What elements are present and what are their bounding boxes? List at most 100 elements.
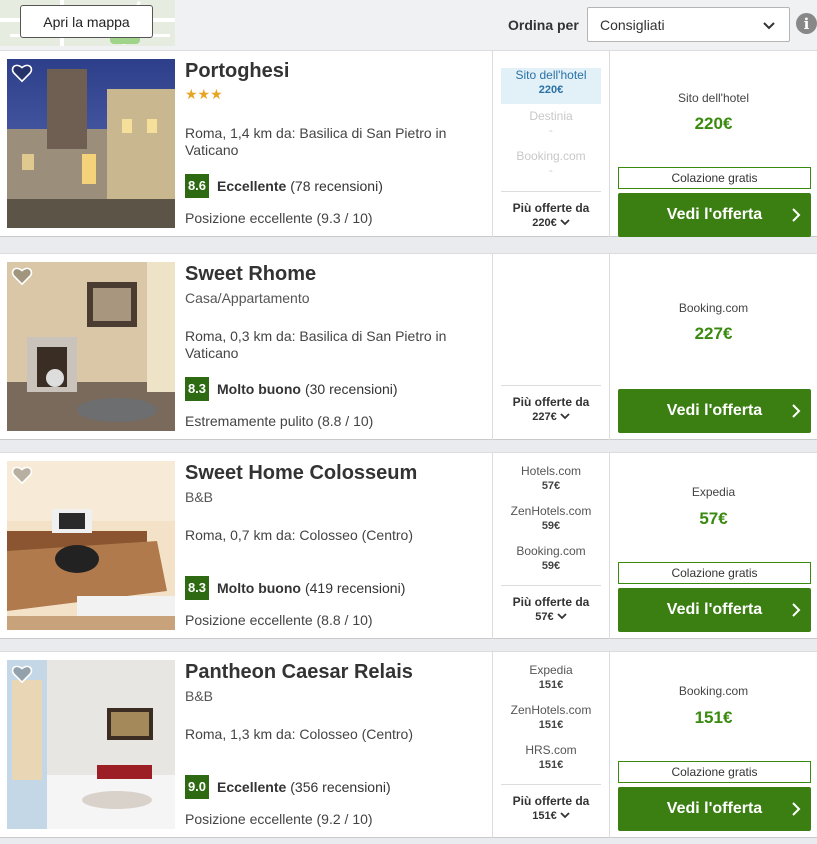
best-price[interactable]: 227€ bbox=[610, 324, 817, 344]
hotel-photo[interactable] bbox=[7, 461, 175, 630]
offer-provider: HRS.com bbox=[525, 743, 577, 757]
more-offers-label: Più offerte da bbox=[512, 395, 590, 409]
offer-price: 151€ bbox=[538, 679, 564, 691]
offer-provider: ZenHotels.com bbox=[510, 703, 592, 717]
chevron-right-icon bbox=[792, 208, 801, 222]
offer-item[interactable]: ZenHotels.com 59€ bbox=[501, 504, 601, 540]
info-icon[interactable]: i bbox=[796, 13, 817, 34]
score-badge: 8.3 bbox=[185, 576, 209, 600]
chevron-down-icon bbox=[560, 812, 570, 819]
chevron-right-icon bbox=[792, 603, 801, 617]
best-offer: Sito dell'hotel 220€ Colazione gratis Ve… bbox=[610, 51, 817, 237]
hotel-name[interactable]: Pantheon Caesar Relais bbox=[185, 661, 413, 684]
heart-icon[interactable] bbox=[11, 465, 33, 485]
cleanliness-score: Estremamente pulito (8.8 / 10) bbox=[185, 413, 374, 429]
more-offers-price: 227€ bbox=[532, 411, 557, 423]
top-bar: Apri la mappa Ordina per Consigliati i bbox=[0, 0, 817, 50]
offer-price: 151€ bbox=[538, 759, 564, 771]
heart-icon[interactable] bbox=[11, 63, 33, 83]
offer-provider: Booking.com bbox=[516, 544, 586, 558]
offer-item[interactable]: Destinia - bbox=[501, 109, 601, 145]
best-offer: Expedia 57€ Colazione gratis Vedi l'offe… bbox=[610, 453, 817, 639]
free-breakfast-badge: Colazione gratis bbox=[618, 562, 811, 584]
sort-label: Ordina per bbox=[508, 17, 579, 33]
hotel-name[interactable]: Portoghesi bbox=[185, 60, 289, 83]
more-offers-label: Più offerte da bbox=[512, 595, 590, 609]
offer-price: 220€ bbox=[538, 84, 564, 96]
position-score: Posizione eccellente (9.2 / 10) bbox=[185, 811, 373, 827]
free-breakfast-badge: Colazione gratis bbox=[618, 761, 811, 783]
view-deal-button[interactable]: Vedi l'offerta bbox=[618, 787, 811, 831]
more-offers-button[interactable]: Più offerte da 151€ bbox=[501, 784, 601, 824]
offers-list: Sito dell'hotel 220€ Destinia - Booking.… bbox=[493, 51, 609, 237]
chevron-down-icon bbox=[560, 219, 570, 226]
best-offer: Booking.com 227€ Vedi l'offerta bbox=[610, 254, 817, 440]
score-badge: 8.6 bbox=[185, 174, 209, 198]
position-score: Posizione eccellente (9.3 / 10) bbox=[185, 210, 373, 226]
hotel-photo[interactable] bbox=[7, 660, 175, 829]
view-deal-button[interactable]: Vedi l'offerta bbox=[618, 588, 811, 632]
more-offers-button[interactable]: Più offerte da 57€ bbox=[501, 585, 601, 625]
property-type: Casa/Appartamento bbox=[185, 290, 310, 306]
hotel-name[interactable]: Sweet Rhome bbox=[185, 263, 316, 286]
best-provider: Booking.com bbox=[678, 684, 749, 698]
rating-label: Molto buono bbox=[217, 381, 301, 397]
hotel-address: Roma, 0,3 km da: Basilica di San Pietro … bbox=[185, 328, 447, 361]
offer-item[interactable]: ZenHotels.com 151€ bbox=[501, 703, 601, 739]
score-badge: 8.3 bbox=[185, 377, 209, 401]
offer-item[interactable]: Booking.com 59€ bbox=[501, 544, 601, 580]
offer-provider: ZenHotels.com bbox=[510, 504, 592, 518]
offer-item[interactable]: Booking.com - bbox=[501, 149, 601, 185]
hotel-name[interactable]: Sweet Home Colosseum bbox=[185, 462, 417, 485]
view-deal-label: Vedi l'offerta bbox=[666, 402, 763, 419]
offers-list: Expedia 151€ ZenHotels.com 151€ HRS.com … bbox=[493, 652, 609, 838]
hotel-card: Sweet Rhome Casa/Appartamento Roma, 0,3 … bbox=[0, 253, 817, 440]
view-deal-button[interactable]: Vedi l'offerta bbox=[618, 389, 811, 433]
best-price[interactable]: 220€ bbox=[610, 114, 817, 134]
score-badge: 9.0 bbox=[185, 775, 209, 799]
more-offers-button[interactable]: Più offerte da 227€ bbox=[501, 385, 601, 425]
offer-price: 151€ bbox=[538, 719, 564, 731]
offer-price: 57€ bbox=[541, 480, 561, 492]
rating[interactable]: 8.3 Molto buono (419 recensioni) bbox=[185, 576, 405, 600]
star-rating: ★★★ bbox=[185, 86, 223, 102]
best-price[interactable]: 57€ bbox=[610, 509, 817, 529]
review-count: (30 recensioni) bbox=[304, 381, 398, 397]
rating[interactable]: 9.0 Eccellente (356 recensioni) bbox=[185, 775, 391, 799]
heart-icon[interactable] bbox=[11, 664, 33, 684]
offer-provider: Destinia bbox=[529, 109, 573, 123]
review-count: (356 recensioni) bbox=[290, 779, 391, 795]
best-provider: Booking.com bbox=[678, 301, 749, 315]
property-type: B&B bbox=[185, 489, 214, 505]
hotel-card: Pantheon Caesar Relais B&B Roma, 1,3 km … bbox=[0, 651, 817, 838]
chevron-down-icon bbox=[557, 613, 567, 620]
open-map-button[interactable]: Apri la mappa bbox=[20, 5, 153, 38]
offer-price: - bbox=[549, 125, 553, 137]
offer-item[interactable]: HRS.com 151€ bbox=[501, 743, 601, 779]
best-offer: Booking.com 151€ Colazione gratis Vedi l… bbox=[610, 652, 817, 838]
offer-item[interactable]: Sito dell'hotel 220€ bbox=[501, 68, 601, 104]
best-price[interactable]: 151€ bbox=[610, 708, 817, 728]
rating-label: Molto buono bbox=[217, 580, 301, 596]
heart-icon[interactable] bbox=[11, 266, 33, 286]
review-count: (78 recensioni) bbox=[290, 178, 383, 194]
offer-item[interactable]: Expedia 151€ bbox=[501, 663, 601, 699]
rating[interactable]: 8.3 Molto buono (30 recensioni) bbox=[185, 377, 398, 401]
offer-provider: Expedia bbox=[529, 663, 573, 677]
offer-price: - bbox=[549, 165, 553, 177]
offer-price: 59€ bbox=[541, 520, 561, 532]
view-deal-label: Vedi l'offerta bbox=[666, 206, 763, 223]
hotel-photo[interactable] bbox=[7, 59, 175, 228]
chevron-right-icon bbox=[792, 404, 801, 418]
view-deal-button[interactable]: Vedi l'offerta bbox=[618, 193, 811, 237]
offer-provider: Hotels.com bbox=[520, 464, 582, 478]
offers-list: Più offerte da 227€ bbox=[493, 254, 609, 440]
hotel-photo[interactable] bbox=[7, 262, 175, 431]
review-count: (419 recensioni) bbox=[304, 580, 406, 596]
chevron-right-icon bbox=[792, 802, 801, 816]
rating-label: Eccellente bbox=[217, 779, 287, 795]
offer-item[interactable]: Hotels.com 57€ bbox=[501, 464, 601, 500]
sort-select[interactable]: Consigliati bbox=[587, 7, 790, 42]
more-offers-button[interactable]: Più offerte da 220€ bbox=[501, 191, 601, 231]
rating[interactable]: 8.6 Eccellente (78 recensioni) bbox=[185, 174, 383, 198]
